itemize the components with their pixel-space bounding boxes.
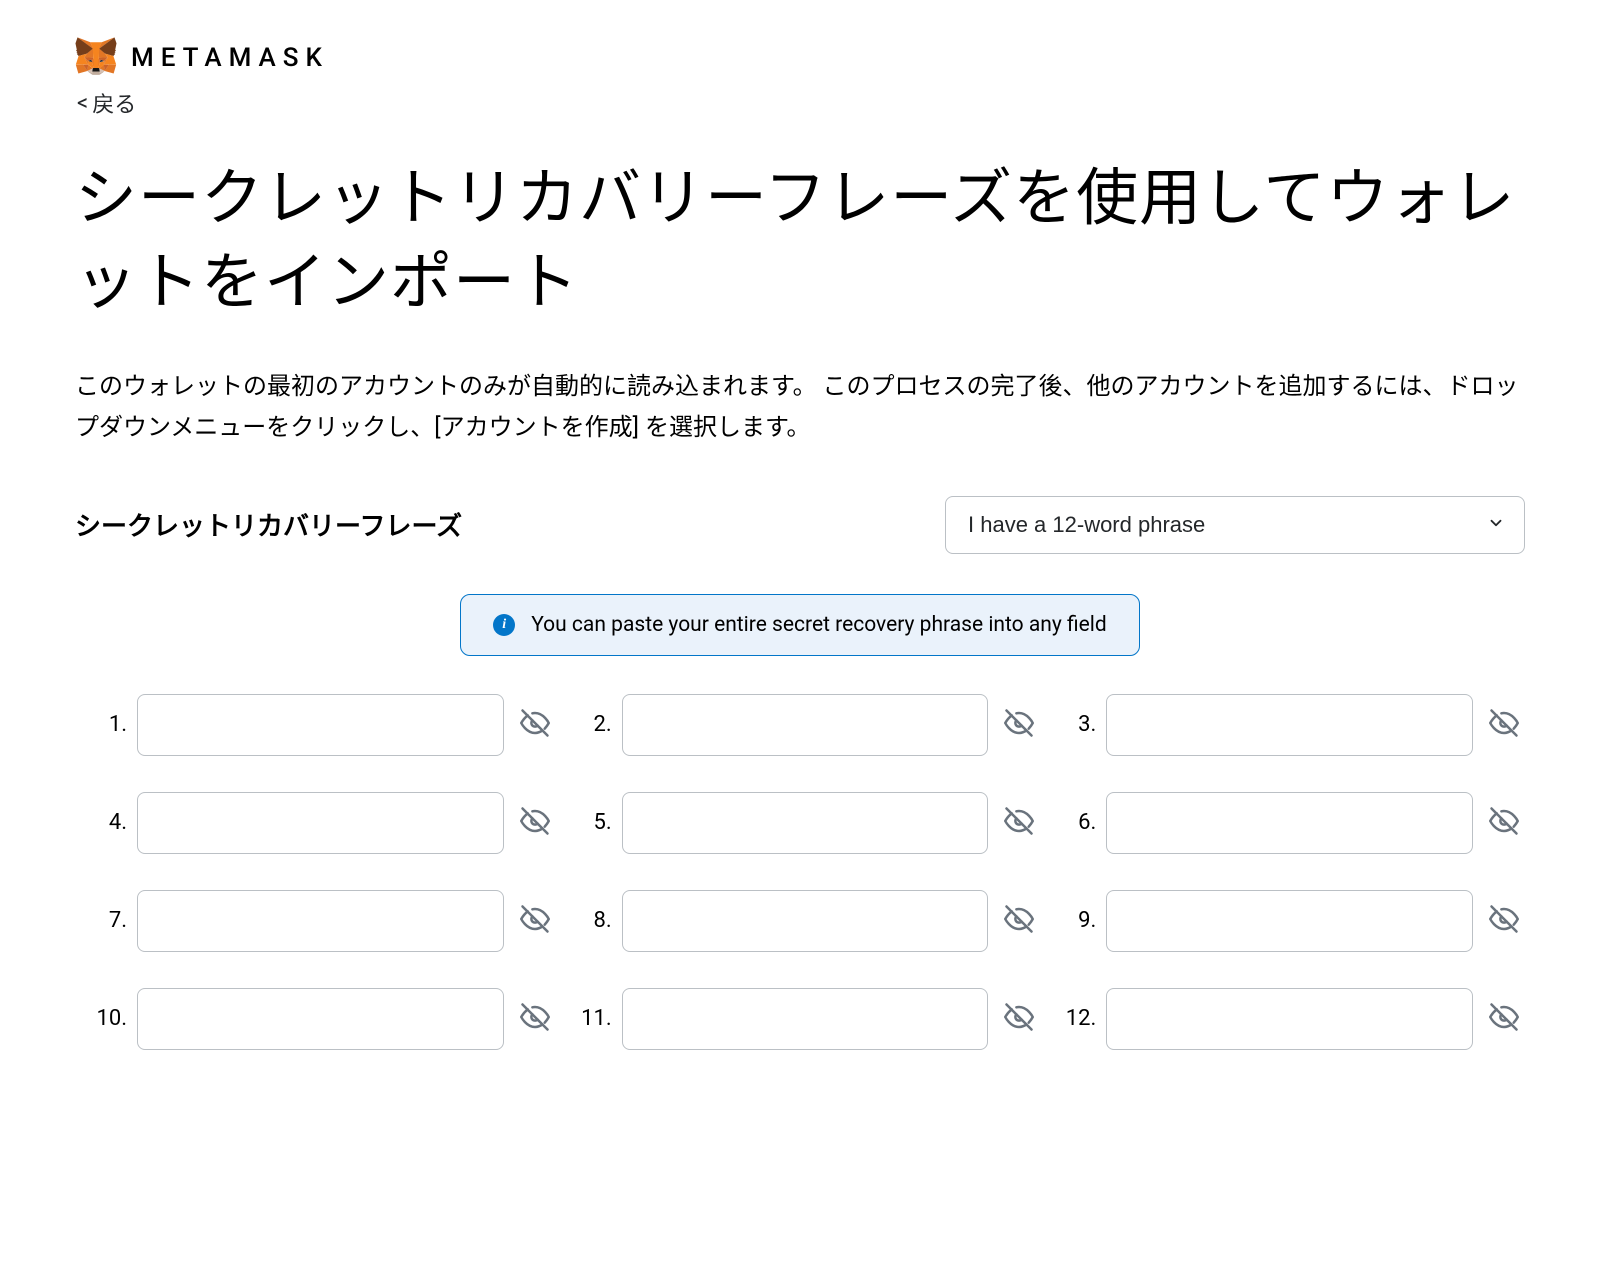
word-item: 1. xyxy=(93,694,556,756)
eye-off-icon xyxy=(520,708,550,741)
eye-off-icon xyxy=(520,806,550,839)
word-input[interactable] xyxy=(137,792,504,854)
word-item: 9. xyxy=(1062,890,1525,952)
srp-row: シークレットリカバリーフレーズ I have a 12-word phrase xyxy=(75,496,1525,554)
word-number: 1. xyxy=(93,712,127,737)
word-number: 10. xyxy=(93,1006,127,1031)
word-item: 5. xyxy=(578,792,1041,854)
back-label: 戻る xyxy=(92,87,136,119)
srp-label: シークレットリカバリーフレーズ xyxy=(75,506,462,543)
info-text: You can paste your entire secret recover… xyxy=(531,613,1107,637)
toggle-visibility-button[interactable] xyxy=(1483,898,1525,943)
eye-off-icon xyxy=(1489,1002,1519,1035)
word-number: 5. xyxy=(578,810,612,835)
word-input[interactable] xyxy=(622,890,989,952)
word-input[interactable] xyxy=(1106,694,1473,756)
word-input[interactable] xyxy=(1106,988,1473,1050)
word-input[interactable] xyxy=(1106,792,1473,854)
word-item: 10. xyxy=(93,988,556,1050)
word-item: 12. xyxy=(1062,988,1525,1050)
page-description: このウォレットの最初のアカウントのみが自動的に読み込まれます。 このプロセスの完… xyxy=(75,366,1525,448)
toggle-visibility-button[interactable] xyxy=(1483,996,1525,1041)
toggle-visibility-button[interactable] xyxy=(998,800,1040,845)
word-input[interactable] xyxy=(622,792,989,854)
eye-off-icon xyxy=(1004,708,1034,741)
eye-off-icon xyxy=(1004,904,1034,937)
info-icon: i xyxy=(493,614,515,636)
toggle-visibility-button[interactable] xyxy=(1483,702,1525,747)
eye-off-icon xyxy=(1004,806,1034,839)
toggle-visibility-button[interactable] xyxy=(514,702,556,747)
word-item: 2. xyxy=(578,694,1041,756)
word-count-select-wrap: I have a 12-word phrase xyxy=(945,496,1525,554)
toggle-visibility-button[interactable] xyxy=(514,996,556,1041)
metamask-fox-icon xyxy=(75,35,117,81)
word-input[interactable] xyxy=(622,694,989,756)
toggle-visibility-button[interactable] xyxy=(998,996,1040,1041)
word-input[interactable] xyxy=(137,890,504,952)
back-link[interactable]: < 戻る xyxy=(77,87,136,119)
word-grid: 1. 2. xyxy=(75,694,1525,1050)
word-item: 7. xyxy=(93,890,556,952)
word-item: 8. xyxy=(578,890,1041,952)
word-number: 3. xyxy=(1062,712,1096,737)
word-number: 12. xyxy=(1062,1006,1096,1031)
eye-off-icon xyxy=(1004,1002,1034,1035)
toggle-visibility-button[interactable] xyxy=(1483,800,1525,845)
word-item: 3. xyxy=(1062,694,1525,756)
word-number: 2. xyxy=(578,712,612,737)
word-count-select[interactable]: I have a 12-word phrase xyxy=(945,496,1525,554)
word-input[interactable] xyxy=(622,988,989,1050)
word-item: 11. xyxy=(578,988,1041,1050)
page-title: シークレットリカバリーフレーズを使用してウォレットをインポート xyxy=(75,157,1525,324)
eye-off-icon xyxy=(1489,806,1519,839)
word-number: 4. xyxy=(93,810,127,835)
toggle-visibility-button[interactable] xyxy=(998,702,1040,747)
word-item: 6. xyxy=(1062,792,1525,854)
word-input[interactable] xyxy=(1106,890,1473,952)
info-banner: i You can paste your entire secret recov… xyxy=(460,594,1140,656)
word-number: 8. xyxy=(578,908,612,933)
word-number: 11. xyxy=(578,1006,612,1031)
word-number: 9. xyxy=(1062,908,1096,933)
word-number: 7. xyxy=(93,908,127,933)
eye-off-icon xyxy=(520,904,550,937)
word-input[interactable] xyxy=(137,988,504,1050)
app-header: METAMASK xyxy=(75,35,1525,81)
eye-off-icon xyxy=(520,1002,550,1035)
brand-name: METAMASK xyxy=(131,43,329,73)
word-item: 4. xyxy=(93,792,556,854)
word-number: 6. xyxy=(1062,810,1096,835)
chevron-left-icon: < xyxy=(77,91,88,116)
toggle-visibility-button[interactable] xyxy=(998,898,1040,943)
toggle-visibility-button[interactable] xyxy=(514,898,556,943)
eye-off-icon xyxy=(1489,708,1519,741)
toggle-visibility-button[interactable] xyxy=(514,800,556,845)
eye-off-icon xyxy=(1489,904,1519,937)
word-input[interactable] xyxy=(137,694,504,756)
